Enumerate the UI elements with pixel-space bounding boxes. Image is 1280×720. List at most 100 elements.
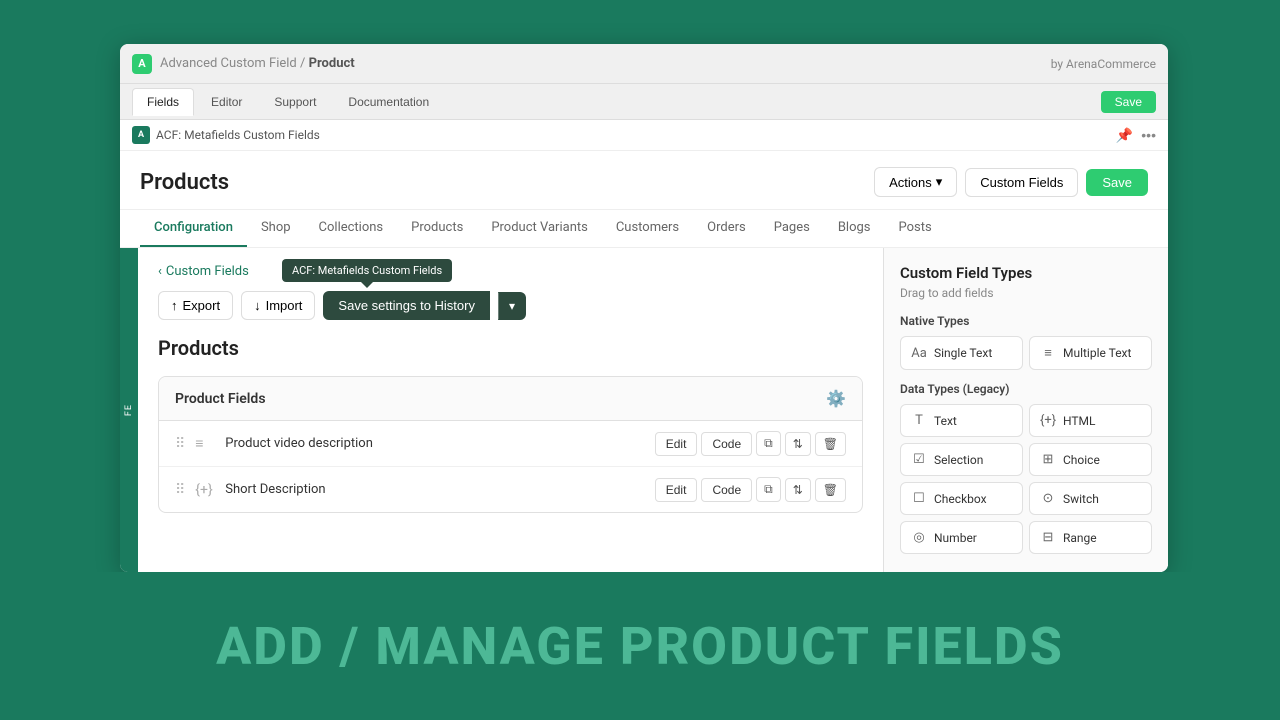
edit-button[interactable]: Edit: [655, 432, 698, 456]
more-button[interactable]: •••: [1141, 127, 1156, 143]
tab-documentation[interactable]: Documentation: [333, 88, 444, 116]
page-header: Products Actions ▾ Custom Fields Save: [120, 151, 1168, 210]
field-type-selection[interactable]: ☑ Selection: [900, 443, 1023, 476]
actions-label: Actions: [889, 175, 932, 190]
export-label: Export: [183, 298, 221, 313]
bottom-banner: ADD / MANAGE PRODUCT FIELDS: [0, 572, 1280, 720]
actions-button[interactable]: Actions ▾: [874, 167, 957, 197]
nav-tab-collections[interactable]: Collections: [305, 210, 398, 247]
move-icon-button[interactable]: ⇅: [785, 478, 811, 502]
export-icon: ↑: [171, 298, 178, 313]
checkbox-label: Checkbox: [934, 492, 987, 506]
left-edge-indicator[interactable]: Fe: [120, 248, 138, 572]
main-content: Products Actions ▾ Custom Fields Save Co…: [120, 151, 1168, 572]
import-label: Import: [266, 298, 303, 313]
nav-tab-pages[interactable]: Pages: [760, 210, 824, 247]
text-icon: T: [911, 413, 927, 428]
save-history-chevron[interactable]: ▾: [498, 292, 526, 320]
top-save-button[interactable]: Save: [1101, 91, 1156, 113]
save-button[interactable]: Save: [1086, 169, 1148, 196]
save-history-button[interactable]: Save settings to History: [323, 291, 490, 320]
field-actions: Edit Code ⧉ ⇅ 🗑: [655, 431, 846, 456]
selection-icon: ☑: [911, 452, 927, 467]
field-type-range[interactable]: ⊟ Range: [1029, 521, 1152, 554]
nav-tab-blogs[interactable]: Blogs: [824, 210, 885, 247]
field-type-html[interactable]: {+} HTML: [1029, 404, 1152, 437]
code-button[interactable]: Code: [701, 478, 752, 502]
card-header: Product Fields ⚙️: [159, 377, 862, 421]
card-title: Product Fields: [175, 391, 266, 407]
table-row: ⠿ {+} Short Description Edit Code ⧉ ⇅ 🗑: [159, 467, 862, 512]
switch-label: Switch: [1063, 492, 1099, 506]
field-name: Product video description: [225, 436, 644, 451]
range-icon: ⊟: [1040, 530, 1056, 545]
nav-tab-customers[interactable]: Customers: [602, 210, 693, 247]
import-button[interactable]: ↓ Import: [241, 291, 315, 320]
field-type-text[interactable]: T Text: [900, 404, 1023, 437]
actions-chevron-icon: ▾: [936, 174, 943, 190]
field-name: Short Description: [225, 482, 644, 497]
nav-tab-configuration[interactable]: Configuration: [140, 210, 247, 247]
left-panel: ‹ Custom Fields ACF: Metafields Custom F…: [138, 248, 883, 572]
custom-fields-button[interactable]: Custom Fields: [965, 168, 1078, 197]
back-link[interactable]: ‹ Custom Fields: [158, 264, 863, 279]
tab-editor[interactable]: Editor: [196, 88, 257, 116]
nav-tab-shop[interactable]: Shop: [247, 210, 305, 247]
legacy-types-label: Data Types (Legacy): [900, 382, 1152, 396]
field-type-switch[interactable]: ⊙ Switch: [1029, 482, 1152, 515]
copy-icon-button[interactable]: ⧉: [756, 477, 781, 502]
panel-subtitle: Drag to add fields: [900, 286, 1152, 300]
page-title: Products: [140, 170, 874, 195]
tab-support[interactable]: Support: [259, 88, 331, 116]
product-fields-card: Product Fields ⚙️ ⠿ ≡ Product video desc…: [158, 376, 863, 513]
sub-bar-actions: 📌 •••: [1116, 127, 1156, 144]
field-type-multiple-text[interactable]: ≡ Multiple Text: [1029, 336, 1152, 370]
acf-label-text: ACF: Metafields Custom Fields: [156, 128, 320, 142]
field-type-choice[interactable]: ⊞ Choice: [1029, 443, 1152, 476]
multiple-text-label: Multiple Text: [1063, 346, 1131, 360]
drag-handle-icon: ⠿: [175, 482, 185, 498]
acf-icon: A: [132, 126, 150, 144]
code-button[interactable]: Code: [701, 432, 752, 456]
pin-button[interactable]: 📌: [1116, 127, 1133, 144]
delete-icon-button[interactable]: 🗑: [815, 478, 846, 502]
field-type-number[interactable]: ◎ Number: [900, 521, 1023, 554]
multiple-text-icon: ≡: [1040, 345, 1056, 361]
field-type-checkbox[interactable]: ☐ Checkbox: [900, 482, 1023, 515]
table-row: ⠿ ≡ Product video description Edit Code …: [159, 421, 862, 467]
panel-title: Custom Field Types: [900, 264, 1152, 282]
tooltip-text: ACF: Metafields Custom Fields: [292, 264, 442, 277]
back-chevron-icon: ‹: [158, 264, 162, 279]
field-actions: Edit Code ⧉ ⇅ 🗑: [655, 477, 846, 502]
legacy-types-grid: T Text {+} HTML ☑ Selection ⊞ Choice: [900, 404, 1152, 554]
html-label: HTML: [1063, 414, 1096, 428]
move-icon-button[interactable]: ⇅: [785, 432, 811, 456]
content-area: Fe ‹ Custom Fields ACF: Metafields Custo…: [120, 248, 1168, 572]
number-icon: ◎: [911, 530, 927, 545]
native-types-grid: Aa Single Text ≡ Multiple Text: [900, 336, 1152, 370]
copy-icon-button[interactable]: ⧉: [756, 431, 781, 456]
nav-tab-posts[interactable]: Posts: [885, 210, 946, 247]
bottom-banner-text: ADD / MANAGE PRODUCT FIELDS: [216, 616, 1064, 677]
tab-fields[interactable]: Fields: [132, 88, 194, 116]
card-settings-icon[interactable]: ⚙️: [826, 389, 846, 408]
switch-icon: ⊙: [1040, 491, 1056, 506]
field-type-icon: {+}: [195, 482, 215, 498]
drag-handle-icon: ⠿: [175, 436, 185, 452]
right-panel: Custom Field Types Drag to add fields Na…: [883, 248, 1168, 572]
field-type-single-text[interactable]: Aa Single Text: [900, 336, 1023, 370]
app-logo: A: [132, 54, 152, 74]
single-text-icon: Aa: [911, 346, 927, 361]
nav-tab-products[interactable]: Products: [397, 210, 477, 247]
nav-tab-orders[interactable]: Orders: [693, 210, 760, 247]
breadcrumb: Advanced Custom Field / Product: [160, 56, 1043, 71]
delete-icon-button[interactable]: 🗑: [815, 432, 846, 456]
page-actions: Actions ▾ Custom Fields Save: [874, 167, 1148, 197]
back-link-label: Custom Fields: [166, 264, 249, 279]
nav-tab-product-variants[interactable]: Product Variants: [477, 210, 602, 247]
edit-button[interactable]: Edit: [655, 478, 698, 502]
export-button[interactable]: ↑ Export: [158, 291, 233, 320]
text-label: Text: [934, 414, 957, 428]
acf-label: A ACF: Metafields Custom Fields: [132, 126, 320, 144]
single-text-label: Single Text: [934, 346, 992, 360]
